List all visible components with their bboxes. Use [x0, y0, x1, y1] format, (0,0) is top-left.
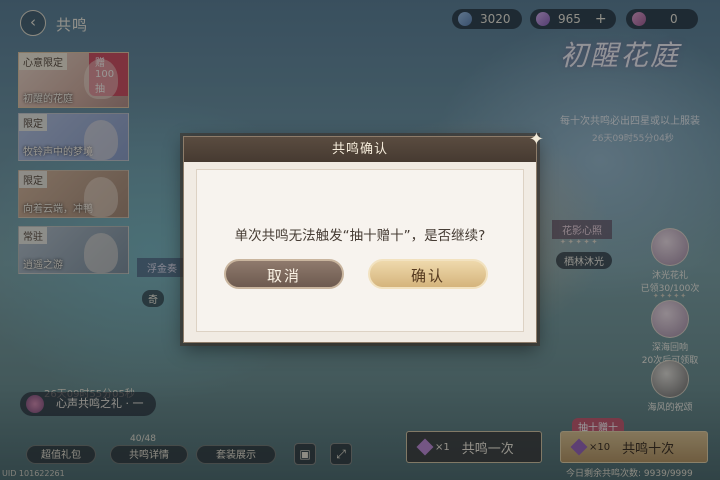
dialog-body: 单次共鸣无法触发“抽十赠十”，是否继续?	[196, 169, 524, 332]
dialog-message: 单次共鸣无法触发“抽十赠十”，是否继续?	[234, 228, 486, 244]
cancel-button[interactable]: 取消	[224, 259, 344, 289]
sparkle-icon: ✦	[528, 129, 544, 150]
confirm-button[interactable]: 确认	[368, 259, 488, 289]
dialog-title: 共鸣确认	[184, 137, 536, 162]
confirm-dialog: 共鸣确认 ✦ 单次共鸣无法触发“抽十赠十”，是否继续? 取消 确认	[183, 129, 544, 343]
